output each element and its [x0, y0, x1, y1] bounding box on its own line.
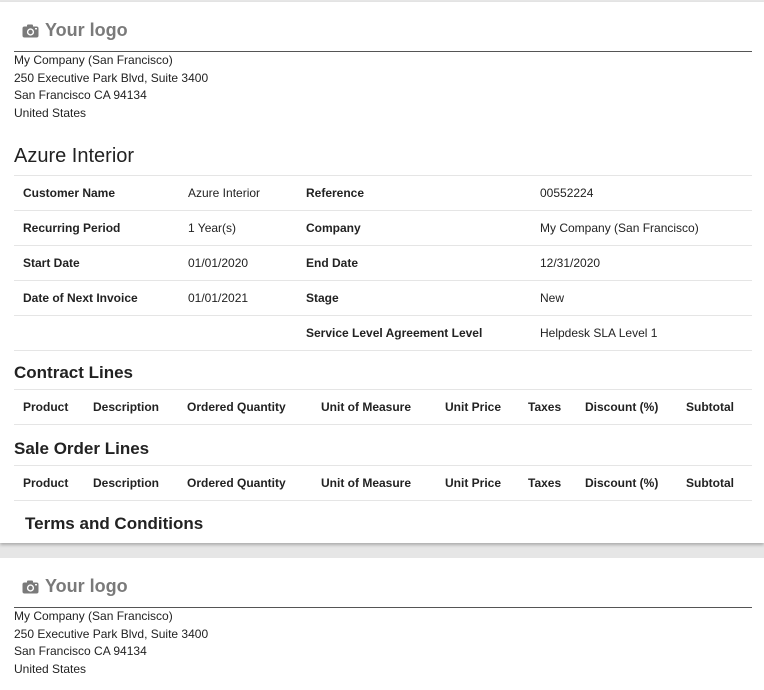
info-label: Company: [306, 221, 361, 235]
report-page-1: Your logo My Company (San Francisco) 250…: [0, 2, 764, 543]
info-value: Azure Interior: [188, 186, 261, 200]
column-header: Description: [93, 400, 160, 414]
address-line: 250 Executive Park Blvd, Suite 3400: [14, 70, 209, 85]
company-address: My Company (San Francisco) 250 Executive…: [14, 608, 208, 678]
info-row: Start Date 01/01/2020 End Date 12/31/202…: [14, 246, 752, 281]
address-line: United States: [14, 105, 87, 120]
sale-order-lines-title: Sale Order Lines: [14, 439, 150, 458]
contract-info-table: Customer Name Azure Interior Reference 0…: [14, 175, 752, 351]
info-value: 00552224: [540, 186, 594, 200]
column-header: Product: [23, 400, 69, 414]
info-label: End Date: [306, 256, 359, 270]
address-line: My Company (San Francisco): [14, 53, 173, 67]
company-logo: Your logo: [22, 20, 128, 41]
column-header: Product: [23, 476, 69, 490]
column-header: Ordered Quantity: [187, 476, 286, 490]
info-value: 1 Year(s): [188, 221, 237, 235]
column-header: Taxes: [528, 400, 562, 414]
column-header: Discount (%): [585, 400, 659, 414]
column-header: Unit Price: [445, 476, 502, 490]
column-header: Discount (%): [585, 476, 659, 490]
logo-text: Your logo: [45, 576, 128, 596]
info-label: Customer Name: [23, 186, 116, 200]
address-line: 250 Executive Park Blvd, Suite 3400: [14, 626, 209, 641]
column-header: Unit of Measure: [321, 400, 412, 414]
info-value: My Company (San Francisco): [540, 221, 699, 235]
column-header: Subtotal: [686, 476, 734, 490]
address-line: My Company (San Francisco): [14, 609, 173, 623]
column-header: Unit Price: [445, 400, 502, 414]
info-label: Start Date: [23, 256, 80, 270]
terms-title: Terms and Conditions: [25, 514, 204, 533]
info-row: Customer Name Azure Interior Reference 0…: [14, 176, 752, 211]
info-value: 01/01/2021: [188, 291, 249, 305]
address-line: San Francisco CA 94134: [14, 88, 147, 103]
company-address: My Company (San Francisco) 250 Executive…: [14, 52, 208, 122]
info-label: Service Level Agreement Level: [306, 326, 483, 340]
address-line: United States: [14, 661, 87, 676]
camera-icon: [22, 24, 39, 37]
info-value: 12/31/2020: [540, 256, 601, 270]
column-header: Taxes: [528, 476, 562, 490]
info-row: Recurring Period 1 Year(s) Company My Co…: [14, 211, 752, 246]
logo-text: Your logo: [45, 20, 128, 40]
info-row: Date of Next Invoice 01/01/2021 Stage Ne…: [14, 281, 752, 316]
info-value: Helpdesk SLA Level 1: [540, 326, 658, 340]
column-header: Subtotal: [686, 400, 734, 414]
column-header: Description: [93, 476, 160, 490]
info-label: Reference: [306, 186, 365, 200]
info-label: Stage: [306, 291, 339, 305]
report-page-2: Your logo My Company (San Francisco) 250…: [0, 558, 764, 690]
info-value: New: [540, 291, 565, 305]
document-title: Azure Interior: [14, 145, 135, 167]
sale-order-lines-header: Product Description Ordered Quantity Uni…: [14, 465, 752, 501]
contract-lines-header: Product Description Ordered Quantity Uni…: [14, 389, 752, 425]
info-row: Service Level Agreement Level Helpdesk S…: [14, 316, 752, 351]
contract-lines-title: Contract Lines: [14, 363, 134, 382]
company-logo: Your logo: [22, 576, 128, 597]
info-value: 01/01/2020: [188, 256, 249, 270]
camera-icon: [22, 580, 39, 593]
column-header: Unit of Measure: [321, 476, 412, 490]
info-label: Date of Next Invoice: [23, 291, 138, 305]
info-label: Recurring Period: [23, 221, 121, 235]
address-line: San Francisco CA 94134: [14, 644, 147, 659]
column-header: Ordered Quantity: [187, 400, 286, 414]
